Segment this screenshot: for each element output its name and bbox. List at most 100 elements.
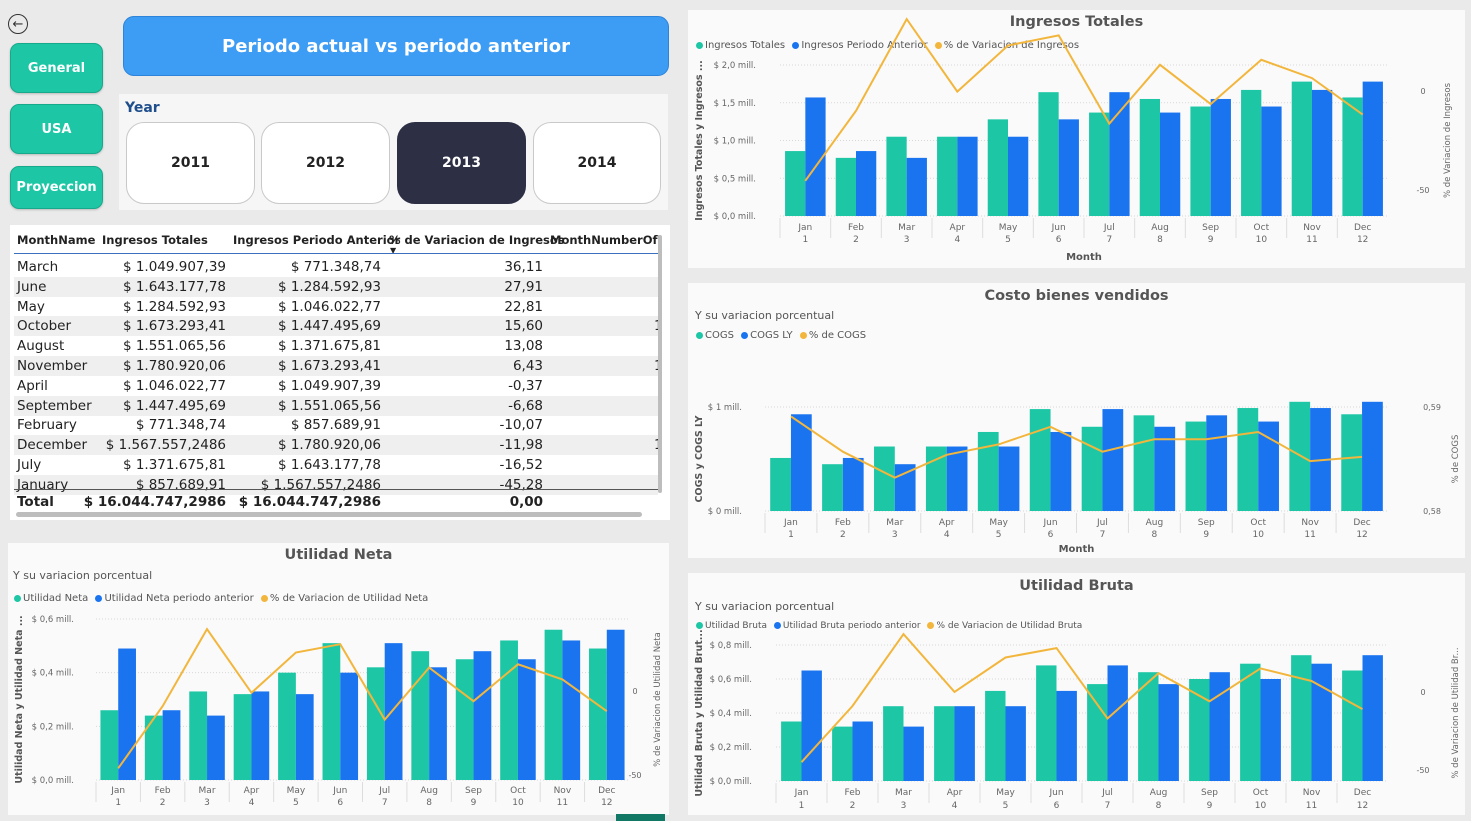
bar-previous[interactable] <box>1206 415 1228 511</box>
table-row[interactable]: November $ 1.780.920,06 $ 1.673.293,41 6,43… <box>14 356 663 376</box>
bar-current[interactable] <box>278 672 296 780</box>
bar-current[interactable] <box>883 706 904 781</box>
table-row[interactable]: October $ 1.673.293,41 $ 1.447.495,69 15,60… <box>14 316 663 337</box>
bar-current[interactable] <box>233 694 252 780</box>
bar-current[interactable] <box>322 643 341 780</box>
bar-current[interactable] <box>785 151 806 216</box>
column-header-monthname[interactable]: MonthName <box>17 233 95 247</box>
bar-previous[interactable] <box>998 446 1020 511</box>
bar-current[interactable] <box>1087 684 1108 781</box>
bar-current[interactable] <box>1038 92 1059 216</box>
bar-current[interactable] <box>934 706 955 781</box>
bar-current[interactable] <box>544 629 563 780</box>
bar-previous[interactable] <box>1056 690 1077 781</box>
column-header-monthnumber[interactable]: MonthNumberOfYe <box>550 233 660 247</box>
bar-previous[interactable] <box>162 710 181 780</box>
bar-previous[interactable] <box>906 157 927 216</box>
bar-current[interactable] <box>874 446 895 511</box>
bar-current[interactable] <box>822 464 843 511</box>
bar-previous[interactable] <box>562 640 581 780</box>
bar-current[interactable] <box>455 659 474 780</box>
bar-previous[interactable] <box>1312 89 1333 216</box>
bar-previous[interactable] <box>606 629 625 780</box>
bar-previous[interactable] <box>1107 665 1128 781</box>
bar-previous[interactable] <box>957 136 978 216</box>
bar-previous[interactable] <box>1102 409 1124 511</box>
table-row[interactable]: March $ 1.049.907,39 $ 771.348,74 36,11 <box>14 257 658 277</box>
proyeccion-button[interactable]: Proyeccion <box>10 166 103 209</box>
bar-current[interactable] <box>770 457 791 511</box>
bar-previous[interactable] <box>1362 81 1383 216</box>
bar-current[interactable] <box>977 431 999 511</box>
bar-current[interactable] <box>1081 426 1103 511</box>
bar-previous[interactable] <box>295 694 314 780</box>
bar-current[interactable] <box>1089 112 1110 216</box>
bar-previous[interactable] <box>1362 401 1383 511</box>
bar-previous[interactable] <box>954 706 975 781</box>
bar-current[interactable] <box>1029 409 1051 511</box>
bar-current[interactable] <box>1291 655 1312 781</box>
bar-current[interactable] <box>781 721 802 782</box>
bar-previous[interactable] <box>118 648 136 780</box>
bar-current[interactable] <box>144 715 163 780</box>
bar-current[interactable] <box>1241 89 1262 216</box>
column-header-ingresos-totales[interactable]: Ingresos Totales <box>102 233 208 247</box>
bar-previous[interactable] <box>1260 679 1281 781</box>
bar-previous[interactable] <box>801 670 822 782</box>
column-header-variacion[interactable]: % de Variacion de Ingresos <box>389 233 565 247</box>
bar-previous[interactable] <box>903 726 924 781</box>
bar-current[interactable] <box>100 710 119 780</box>
horizontal-scrollbar[interactable] <box>16 512 642 517</box>
bar-current[interactable] <box>589 648 607 780</box>
vertical-scrollbar[interactable] <box>658 235 662 493</box>
bar-current[interactable] <box>1189 679 1210 781</box>
bar-previous[interactable] <box>1258 421 1279 511</box>
bar-previous[interactable] <box>1058 119 1079 216</box>
bar-current[interactable] <box>1341 414 1363 511</box>
bar-current[interactable] <box>1342 670 1363 782</box>
column-header-ingresos-periodo-anterior[interactable]: Ingresos Periodo Anterior <box>233 233 400 247</box>
bar-current[interactable] <box>500 640 518 780</box>
bar-current[interactable] <box>1185 421 1207 511</box>
bar-current[interactable] <box>886 136 907 216</box>
table-row[interactable]: February $ 771.348,74 $ 857.689,91 -10,07 <box>14 415 658 435</box>
bar-previous[interactable] <box>894 464 916 511</box>
table-row[interactable]: August $ 1.551.065,56 $ 1.371.675,81 13,08 <box>14 336 658 356</box>
year-option-2011[interactable]: 2011 <box>126 122 255 204</box>
bar-current[interactable] <box>1133 415 1155 511</box>
bar-previous[interactable] <box>473 651 492 780</box>
bar-previous[interactable] <box>1008 136 1029 216</box>
bar-current[interactable] <box>835 157 856 216</box>
bar-current[interactable] <box>1291 81 1312 216</box>
bar-current[interactable] <box>937 136 958 216</box>
bar-current[interactable] <box>985 690 1006 781</box>
bar-current[interactable] <box>1237 408 1259 511</box>
bar-previous[interactable] <box>251 691 270 780</box>
table-row[interactable]: May $ 1.284.592,93 $ 1.046.022,77 22,81 <box>14 297 658 317</box>
bar-previous[interactable] <box>384 643 403 780</box>
arrow-left-circle-icon[interactable]: ← <box>8 14 28 34</box>
bar-previous[interactable] <box>852 721 873 782</box>
bar-previous[interactable] <box>1210 98 1231 216</box>
table-row[interactable]: April $ 1.046.022,77 $ 1.049.907,39 -0,37 <box>14 376 658 396</box>
bar-current[interactable] <box>366 667 385 780</box>
table-row[interactable]: December $ 1.567.557,2486 $ 1.780.920,06 -1… <box>14 435 663 456</box>
bar-current[interactable] <box>1139 98 1160 216</box>
bar-current[interactable] <box>1240 663 1261 781</box>
bar-current[interactable] <box>189 691 208 780</box>
bar-previous[interactable] <box>1160 112 1181 216</box>
bar-current[interactable] <box>987 119 1008 216</box>
bar-previous[interactable] <box>1261 106 1282 216</box>
bar-previous[interactable] <box>207 715 225 780</box>
bar-previous[interactable] <box>946 446 968 511</box>
table-row[interactable]: June $ 1.643.177,78 $ 1.284.592,93 27,91 <box>14 276 658 297</box>
bar-previous[interactable] <box>1311 663 1332 781</box>
usa-button[interactable]: USA <box>10 104 103 154</box>
bar-previous[interactable] <box>1209 672 1230 781</box>
year-option-2012[interactable]: 2012 <box>261 122 390 204</box>
bar-previous[interactable] <box>842 457 864 511</box>
general-button[interactable]: General <box>10 43 103 93</box>
year-option-2013[interactable]: 2013 <box>397 122 526 204</box>
table-row[interactable]: July $ 1.371.675,81 $ 1.643.177,78 -16,52 <box>14 455 658 475</box>
table-row[interactable]: September $ 1.447.495,69 $ 1.551.065,56 -6,… <box>14 395 658 416</box>
